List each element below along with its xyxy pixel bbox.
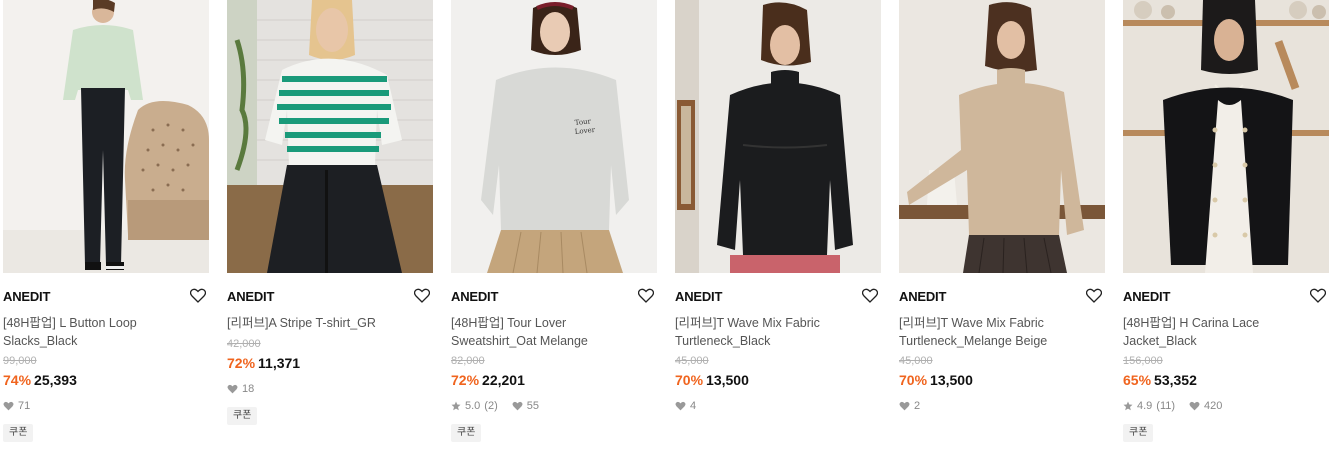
discount-rate: 72% — [227, 355, 256, 371]
product-meta: 18 — [227, 382, 433, 396]
coupon-badge[interactable]: 쿠폰 — [227, 407, 258, 425]
review-count: (2) — [484, 400, 498, 412]
original-price: 42,000 — [227, 338, 261, 350]
product-name[interactable]: [48H팝업] L Button Loop Slacks_Black — [3, 314, 203, 350]
brand-name[interactable]: ANEDIT — [899, 289, 1105, 305]
product-image[interactable] — [3, 0, 209, 273]
discount-rate: 74% — [3, 372, 32, 388]
original-price: 45,000 — [675, 355, 709, 367]
price-row: 74% 25,393 — [3, 371, 209, 389]
original-price: 82,000 — [451, 355, 485, 367]
original-price: 45,000 — [899, 355, 933, 367]
like-heart-icon — [3, 401, 14, 411]
product-meta: 2 — [899, 399, 1105, 413]
product-image[interactable] — [899, 0, 1105, 273]
sale-price: 13,500 — [706, 372, 749, 388]
product-image[interactable] — [227, 0, 433, 273]
like-heart-icon — [899, 401, 910, 411]
brand-name[interactable]: ANEDIT — [451, 289, 657, 305]
sale-price: 11,371 — [258, 355, 301, 371]
original-price: 99,000 — [3, 355, 37, 367]
like-heart-icon — [227, 384, 238, 394]
product-name[interactable]: [48H팝업] H Carina Lace Jacket_Black — [1123, 314, 1323, 350]
like-count: 71 — [18, 400, 31, 412]
discount-rate: 65% — [1123, 372, 1152, 388]
like-heart-icon — [675, 401, 686, 411]
original-price: 156,000 — [1123, 355, 1163, 367]
wishlist-heart-icon[interactable] — [1085, 286, 1103, 304]
like-count: 18 — [242, 383, 255, 395]
product-grid: ANEDIT [48H팝업] L Button Loop Slacks_Blac… — [0, 0, 1331, 466]
coupon-badge[interactable]: 쿠폰 — [3, 424, 34, 442]
sale-price: 13,500 — [930, 372, 973, 388]
product-card[interactable]: Tour Lover ANEDIT [48H팝업] Tour Lover Swe… — [451, 0, 657, 442]
star-icon — [451, 401, 461, 411]
brand-name[interactable]: ANEDIT — [1123, 289, 1329, 305]
product-card[interactable]: ANEDIT [48H팝업] L Button Loop Slacks_Blac… — [3, 0, 209, 442]
price-row: 65% 53,352 — [1123, 371, 1329, 389]
like-count: 55 — [526, 400, 539, 412]
product-name[interactable]: [리퍼브]T Wave Mix Fabric Turtleneck_Melang… — [899, 314, 1099, 350]
product-meta: 4 — [675, 399, 881, 413]
product-image[interactable] — [1123, 0, 1329, 273]
sale-price: 22,201 — [482, 372, 525, 388]
product-meta: 71 — [3, 399, 209, 413]
like-count: 2 — [914, 400, 921, 412]
price-row: 72% 22,201 — [451, 371, 657, 389]
product-meta: 4.9 (11) 420 — [1123, 399, 1329, 413]
like-count: 420 — [1204, 400, 1223, 412]
product-name[interactable]: [리퍼브]A Stripe T-shirt_GR — [227, 314, 427, 332]
product-image[interactable]: Tour Lover — [451, 0, 657, 273]
discount-rate: 70% — [899, 372, 928, 388]
like-count: 4 — [690, 400, 697, 412]
product-name[interactable]: [48H팝업] Tour Lover Sweatshirt_Oat Melang… — [451, 314, 651, 350]
wishlist-heart-icon[interactable] — [189, 286, 207, 304]
like-heart-icon — [1189, 401, 1200, 411]
product-card[interactable]: ANEDIT [리퍼브]T Wave Mix Fabric Turtleneck… — [675, 0, 881, 413]
coupon-badge[interactable]: 쿠폰 — [451, 424, 482, 442]
price-row: 70% 13,500 — [675, 371, 881, 389]
product-card[interactable]: ANEDIT [리퍼브]T Wave Mix Fabric Turtleneck… — [899, 0, 1105, 413]
wishlist-heart-icon[interactable] — [413, 286, 431, 304]
product-name[interactable]: [리퍼브]T Wave Mix Fabric Turtleneck_Black — [675, 314, 875, 350]
product-card[interactable]: ANEDIT [48H팝업] H Carina Lace Jacket_Blac… — [1123, 0, 1329, 442]
coupon-badge[interactable]: 쿠폰 — [1123, 424, 1154, 442]
wishlist-heart-icon[interactable] — [861, 286, 879, 304]
price-row: 70% 13,500 — [899, 371, 1105, 389]
like-heart-icon — [512, 401, 523, 411]
wishlist-heart-icon[interactable] — [1309, 286, 1327, 304]
sale-price: 25,393 — [34, 372, 77, 388]
product-card[interactable]: ANEDIT [리퍼브]A Stripe T-shirt_GR 42,000 7… — [227, 0, 433, 425]
product-image[interactable] — [675, 0, 881, 273]
price-row: 72% 11,371 — [227, 354, 433, 372]
discount-rate: 70% — [675, 372, 704, 388]
star-icon — [1123, 401, 1133, 411]
brand-name[interactable]: ANEDIT — [675, 289, 881, 305]
rating-value: 4.9 — [1137, 400, 1153, 412]
review-count: (11) — [1156, 400, 1176, 412]
sale-price: 53,352 — [1154, 372, 1197, 388]
brand-name[interactable]: ANEDIT — [227, 289, 433, 305]
brand-name[interactable]: ANEDIT — [3, 289, 209, 305]
rating-value: 5.0 — [465, 400, 481, 412]
wishlist-heart-icon[interactable] — [637, 286, 655, 304]
discount-rate: 72% — [451, 372, 480, 388]
product-meta: 5.0 (2) 55 — [451, 399, 657, 413]
